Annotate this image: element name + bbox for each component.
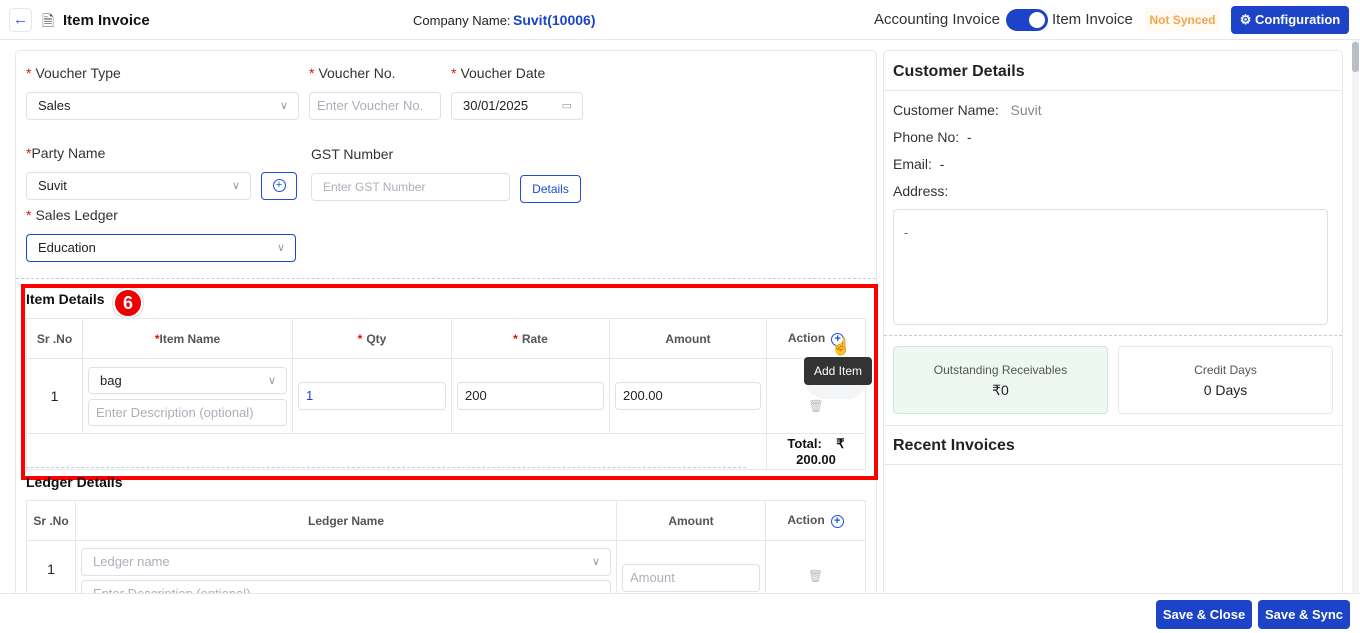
gst-number-input[interactable]: Enter GST Number xyxy=(311,173,510,201)
ledger-details-title: Ledger Details xyxy=(26,474,123,490)
gear-icon: ⚙ xyxy=(1239,12,1252,27)
voucher-type-select[interactable]: Sales ∨ xyxy=(26,92,299,120)
save-close-button[interactable]: Save & Close xyxy=(1156,600,1252,629)
details-button[interactable]: Details xyxy=(520,175,581,203)
gst-number-label: GST Number xyxy=(311,146,394,162)
customer-address: - xyxy=(893,209,1328,325)
customer-name: Customer Name: Suvit xyxy=(893,102,1042,118)
add-ledger-icon[interactable]: + xyxy=(830,514,844,528)
voucher-type-label: * Voucher Type xyxy=(26,65,121,81)
col-sr: Sr .No xyxy=(26,500,76,541)
document-icon: 🗎 xyxy=(42,13,55,30)
voucher-no-input[interactable]: Enter Voucher No. xyxy=(309,92,441,120)
col-amount: Amount xyxy=(616,500,766,541)
sales-ledger-label: * Sales Ledger xyxy=(26,207,118,223)
voucher-no-label: * Voucher No. xyxy=(309,65,396,81)
credit-days-card: Credit Days 0 Days xyxy=(1118,346,1333,414)
divider xyxy=(16,278,876,279)
customer-phone: Phone No: - xyxy=(893,129,972,145)
company-label: Company Name: xyxy=(413,13,511,28)
save-sync-button[interactable]: Save & Sync xyxy=(1258,600,1350,629)
toggle-right-label: Item Invoice xyxy=(1052,11,1133,28)
invoice-type-toggle[interactable] xyxy=(1006,9,1048,31)
col-ledger-name: Ledger Name xyxy=(75,500,617,541)
back-button[interactable]: ← xyxy=(9,8,32,32)
outstanding-receivables-card: Outstanding Receivables ₹0 xyxy=(893,346,1108,414)
company-name: Suvit(10006) xyxy=(513,12,596,28)
configuration-button[interactable]: ⚙ Configuration xyxy=(1231,6,1349,34)
voucher-date-label: * Voucher Date xyxy=(451,65,546,81)
add-party-button[interactable]: + xyxy=(261,172,297,200)
footer-bar: Save & Close Save & Sync xyxy=(0,593,1360,633)
customer-email: Email: - xyxy=(893,156,945,172)
calendar-icon: ▭ xyxy=(561,100,572,112)
customer-details-title: Customer Details xyxy=(893,63,1025,80)
chevron-down-icon: ∨ xyxy=(279,100,288,112)
customer-address-label: Address: xyxy=(893,183,949,199)
voucher-date-input[interactable]: 30/01/2025 ▭ xyxy=(451,92,583,120)
plus-circle-icon: + xyxy=(272,179,286,193)
chevron-down-icon: ∨ xyxy=(276,242,285,254)
party-name-select[interactable]: Suvit ∨ xyxy=(26,172,251,200)
recent-invoices-title: Recent Invoices xyxy=(893,437,1015,454)
configuration-label: Configuration xyxy=(1255,12,1341,27)
party-name-label: *Party Name xyxy=(26,145,106,161)
chevron-down-icon: ∨ xyxy=(231,180,240,192)
page-title: Item Invoice xyxy=(63,12,150,29)
col-action: Action + xyxy=(765,500,866,541)
top-header: ← 🗎 Item Invoice Company Name: Suvit(100… xyxy=(0,0,1360,40)
chevron-down-icon: ∨ xyxy=(591,556,600,568)
scrollbar[interactable] xyxy=(1352,40,1359,593)
sales-ledger-select[interactable]: Education ∨ xyxy=(26,234,296,262)
ledger-amount-input[interactable]: Amount xyxy=(622,564,760,592)
sync-status-badge: Not Synced xyxy=(1145,8,1220,32)
highlight-box xyxy=(21,284,878,480)
ledger-name-select[interactable]: Ledger name ∨ xyxy=(81,548,611,576)
toggle-left-label: Accounting Invoice xyxy=(874,11,1000,28)
